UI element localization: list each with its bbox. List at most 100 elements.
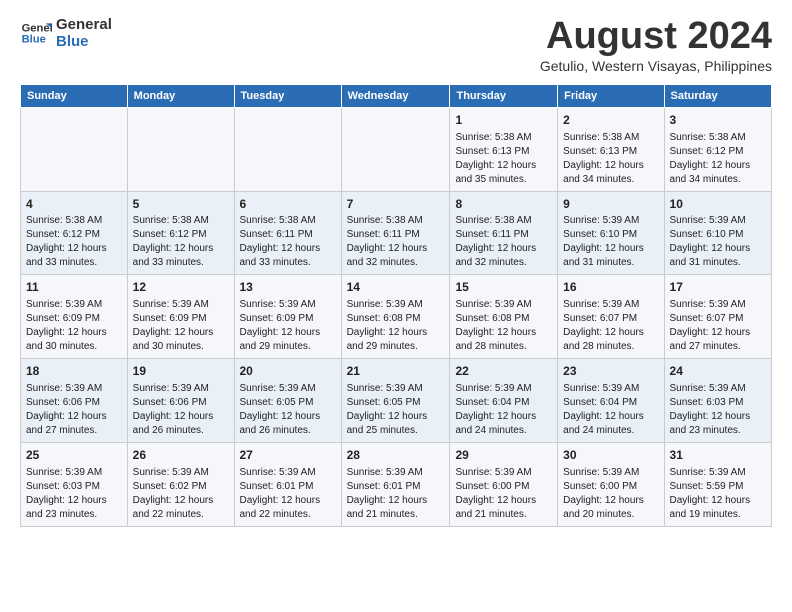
day-number: 26 [133,447,229,464]
day-info-line: and 24 minutes. [563,424,658,438]
day-info-line: Sunset: 6:12 PM [26,228,122,242]
day-info-line: and 30 minutes. [26,340,122,354]
day-info-line: Sunrise: 5:39 AM [347,298,445,312]
day-number: 7 [347,196,445,213]
day-cell: 21Sunrise: 5:39 AMSunset: 6:05 PMDayligh… [341,359,450,443]
day-info-line: and 25 minutes. [347,424,445,438]
day-number: 2 [563,112,658,129]
day-info-line: Sunrise: 5:39 AM [133,466,229,480]
day-number: 4 [26,196,122,213]
day-info-line: and 34 minutes. [670,173,766,187]
day-info-line: Daylight: 12 hours [670,494,766,508]
day-info-line: Sunset: 6:00 PM [455,480,552,494]
day-info-line: and 27 minutes. [670,340,766,354]
day-info-line: Daylight: 12 hours [455,494,552,508]
day-cell: 14Sunrise: 5:39 AMSunset: 6:08 PMDayligh… [341,275,450,359]
day-info-line: and 34 minutes. [563,173,658,187]
day-info-line: Sunset: 6:01 PM [240,480,336,494]
day-info-line: and 26 minutes. [133,424,229,438]
week-row-5: 25Sunrise: 5:39 AMSunset: 6:03 PMDayligh… [21,442,772,526]
calendar-header: SundayMondayTuesdayWednesdayThursdayFrid… [21,84,772,107]
day-info-line: and 31 minutes. [563,256,658,270]
day-info-line: Sunset: 6:06 PM [26,396,122,410]
day-cell: 26Sunrise: 5:39 AMSunset: 6:02 PMDayligh… [127,442,234,526]
header-cell-sunday: Sunday [21,84,128,107]
day-info-line: Daylight: 12 hours [563,494,658,508]
day-info-line: Sunrise: 5:38 AM [347,214,445,228]
day-number: 20 [240,363,336,380]
header-cell-wednesday: Wednesday [341,84,450,107]
day-cell: 12Sunrise: 5:39 AMSunset: 6:09 PMDayligh… [127,275,234,359]
day-info-line: Daylight: 12 hours [670,159,766,173]
day-info-line: Sunrise: 5:38 AM [455,214,552,228]
day-info-line: Sunrise: 5:39 AM [240,298,336,312]
day-cell: 2Sunrise: 5:38 AMSunset: 6:13 PMDaylight… [558,107,664,191]
day-number: 9 [563,196,658,213]
day-info-line: Daylight: 12 hours [563,410,658,424]
day-info-line: Daylight: 12 hours [563,159,658,173]
day-info-line: Daylight: 12 hours [240,410,336,424]
day-info-line: Daylight: 12 hours [240,326,336,340]
day-info-line: Sunset: 6:00 PM [563,480,658,494]
day-cell: 11Sunrise: 5:39 AMSunset: 6:09 PMDayligh… [21,275,128,359]
day-cell: 6Sunrise: 5:38 AMSunset: 6:11 PMDaylight… [234,191,341,275]
day-info-line: Sunset: 6:07 PM [670,312,766,326]
day-cell: 28Sunrise: 5:39 AMSunset: 6:01 PMDayligh… [341,442,450,526]
day-info-line: and 29 minutes. [240,340,336,354]
day-info-line: Sunrise: 5:38 AM [670,131,766,145]
day-number: 24 [670,363,766,380]
day-number: 31 [670,447,766,464]
day-number: 1 [455,112,552,129]
day-info-line: Sunset: 5:59 PM [670,480,766,494]
day-info-line: Sunset: 6:08 PM [347,312,445,326]
day-info-line: Sunrise: 5:39 AM [563,298,658,312]
day-info-line: Daylight: 12 hours [455,326,552,340]
day-cell: 24Sunrise: 5:39 AMSunset: 6:03 PMDayligh… [664,359,771,443]
day-info-line: Daylight: 12 hours [240,242,336,256]
day-info-line: Sunrise: 5:39 AM [133,298,229,312]
week-row-4: 18Sunrise: 5:39 AMSunset: 6:06 PMDayligh… [21,359,772,443]
day-info-line: Sunrise: 5:39 AM [240,466,336,480]
day-info-line: Sunrise: 5:38 AM [563,131,658,145]
day-info-line: Daylight: 12 hours [670,410,766,424]
day-info-line: Sunset: 6:09 PM [240,312,336,326]
day-info-line: Sunset: 6:10 PM [563,228,658,242]
day-cell: 30Sunrise: 5:39 AMSunset: 6:00 PMDayligh… [558,442,664,526]
day-info-line: Sunrise: 5:39 AM [26,466,122,480]
day-info-line: Daylight: 12 hours [26,242,122,256]
day-info-line: Sunset: 6:05 PM [347,396,445,410]
day-info-line: and 26 minutes. [240,424,336,438]
month-title: August 2024 [540,16,772,58]
day-number: 10 [670,196,766,213]
day-info-line: Sunset: 6:03 PM [26,480,122,494]
day-cell: 18Sunrise: 5:39 AMSunset: 6:06 PMDayligh… [21,359,128,443]
day-info-line: Sunrise: 5:39 AM [455,298,552,312]
day-info-line: Sunrise: 5:39 AM [26,298,122,312]
day-info-line: and 28 minutes. [455,340,552,354]
day-cell: 7Sunrise: 5:38 AMSunset: 6:11 PMDaylight… [341,191,450,275]
day-cell: 25Sunrise: 5:39 AMSunset: 6:03 PMDayligh… [21,442,128,526]
week-row-3: 11Sunrise: 5:39 AMSunset: 6:09 PMDayligh… [21,275,772,359]
day-info-line: Sunrise: 5:39 AM [455,466,552,480]
day-cell: 1Sunrise: 5:38 AMSunset: 6:13 PMDaylight… [450,107,558,191]
day-cell: 15Sunrise: 5:39 AMSunset: 6:08 PMDayligh… [450,275,558,359]
day-number: 17 [670,279,766,296]
day-cell: 5Sunrise: 5:38 AMSunset: 6:12 PMDaylight… [127,191,234,275]
day-info-line: and 23 minutes. [26,508,122,522]
calendar-table: SundayMondayTuesdayWednesdayThursdayFrid… [20,84,772,527]
day-info-line: Sunrise: 5:39 AM [563,214,658,228]
day-info-line: Daylight: 12 hours [133,410,229,424]
day-info-line: Sunset: 6:06 PM [133,396,229,410]
day-cell [234,107,341,191]
day-number: 16 [563,279,658,296]
day-info-line: and 23 minutes. [670,424,766,438]
day-cell: 4Sunrise: 5:38 AMSunset: 6:12 PMDaylight… [21,191,128,275]
day-info-line: Daylight: 12 hours [26,410,122,424]
day-info-line: and 19 minutes. [670,508,766,522]
day-number: 30 [563,447,658,464]
day-cell: 23Sunrise: 5:39 AMSunset: 6:04 PMDayligh… [558,359,664,443]
day-info-line: and 31 minutes. [670,256,766,270]
day-cell [21,107,128,191]
day-info-line: Sunset: 6:11 PM [347,228,445,242]
svg-text:Blue: Blue [22,34,46,46]
